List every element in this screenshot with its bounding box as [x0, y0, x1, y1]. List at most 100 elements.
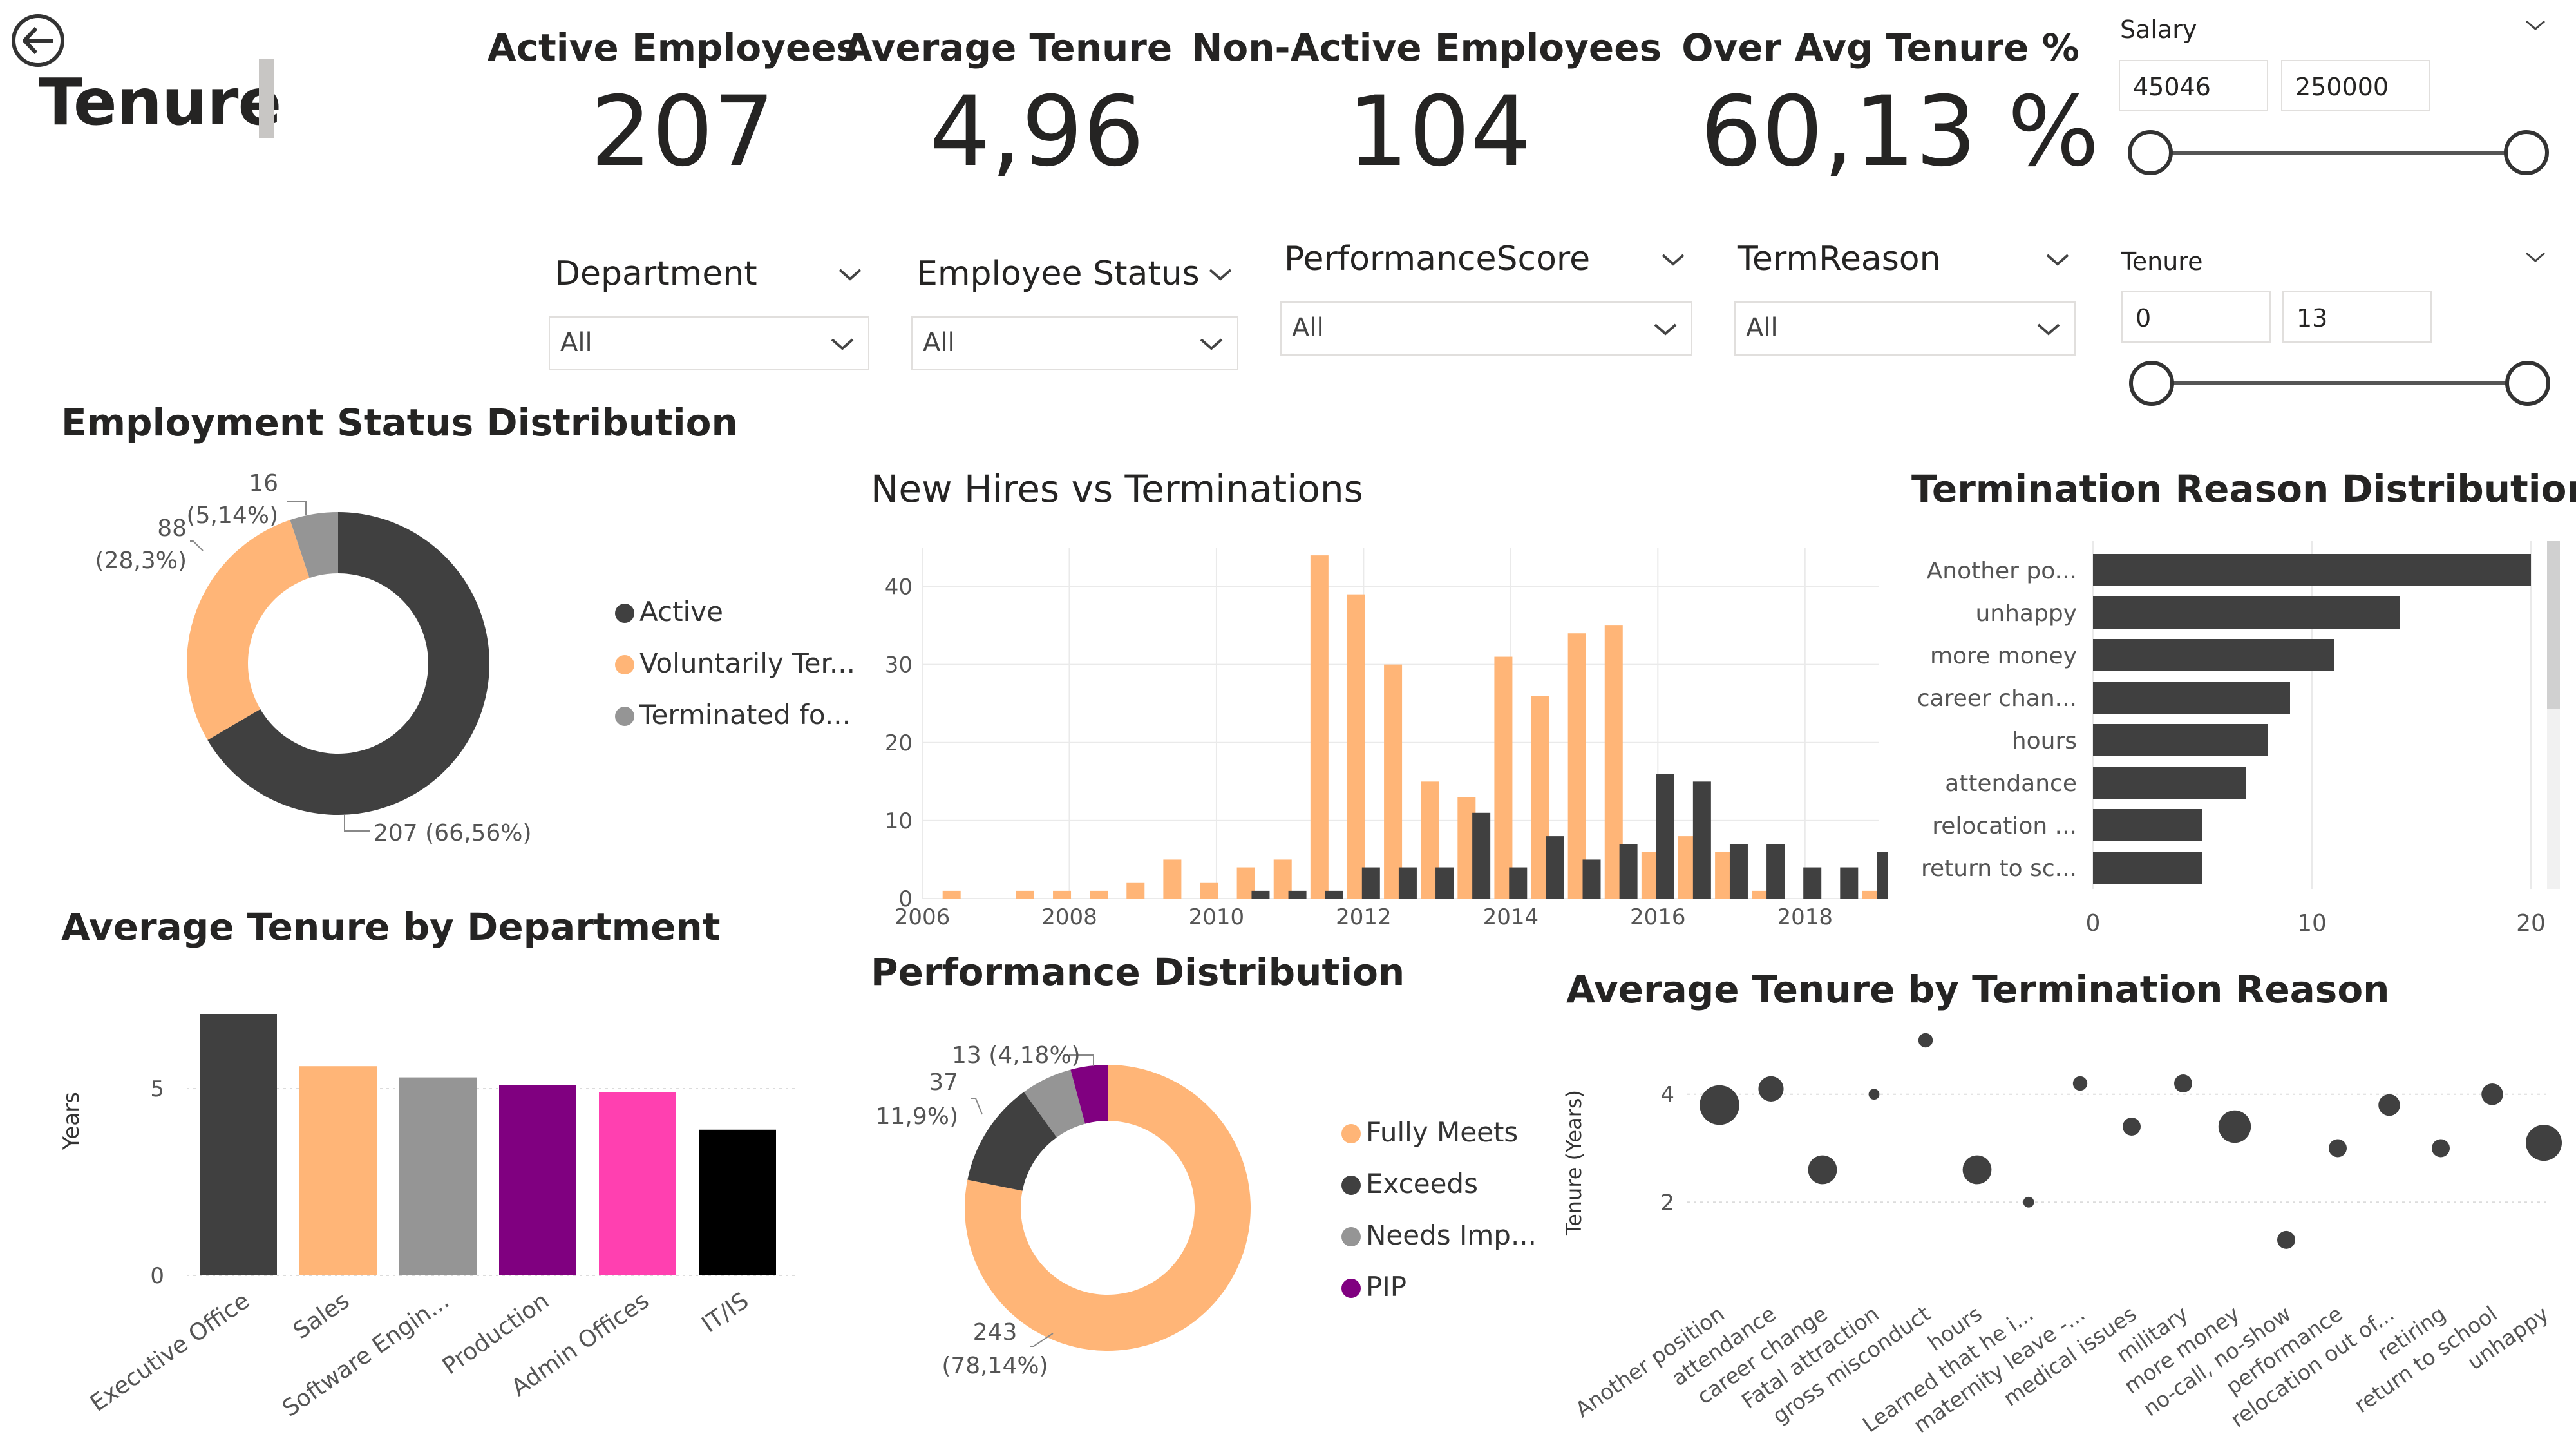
salary-slider-track[interactable]	[2151, 151, 2537, 155]
terminations-bar	[1472, 812, 1491, 899]
salary-max-handle[interactable]	[2504, 130, 2549, 175]
termination-reason-bar	[2093, 596, 2400, 629]
employee-status-dropdown-value: All	[923, 328, 955, 358]
term-reason-dropdown-value: All	[1746, 313, 1778, 343]
employee-status-dropdown[interactable]: All	[911, 316, 1238, 370]
chevron-down-icon[interactable]	[837, 267, 863, 283]
new-hires-bar	[1567, 633, 1586, 899]
tenure-max-input[interactable]: 13	[2282, 291, 2432, 343]
chevron-down-icon[interactable]	[2045, 253, 2070, 268]
y-tick-label: 2	[1660, 1190, 1674, 1216]
category-label: career chan...	[1917, 685, 2077, 712]
data-label-terminated-pct: (5,14%)	[187, 502, 278, 529]
y-tick-label: 0	[898, 886, 913, 912]
department-bar	[299, 1066, 377, 1275]
terminations-bar	[1692, 781, 1711, 899]
scatter-point	[1962, 1155, 1992, 1185]
termination-reason-bar	[2093, 767, 2246, 799]
chevron-down-icon	[831, 338, 854, 350]
tenure-min-input[interactable]: 0	[2121, 291, 2271, 343]
tenure-max-handle[interactable]	[2505, 361, 2550, 406]
kpi-active-employees-label: Active Employees	[487, 26, 859, 70]
salary-max-input[interactable]: 250000	[2281, 60, 2430, 111]
scrollbar-thumb	[2547, 541, 2560, 709]
employment-status-slice	[187, 520, 310, 740]
scatter-point	[1700, 1085, 1739, 1125]
x-tick-label: 10	[2297, 910, 2327, 937]
department-slicer-title: Department	[554, 254, 757, 293]
department-dropdown[interactable]: All	[549, 316, 869, 370]
chevron-down-icon[interactable]	[2524, 19, 2546, 32]
salary-min-input[interactable]: 45046	[2119, 60, 2268, 111]
y-axis-label: Years	[59, 1092, 84, 1150]
legend-item-terminated-for-cause[interactable]: Terminated fo...	[615, 699, 855, 750]
department-dropdown-value: All	[560, 328, 592, 358]
department-bar	[599, 1092, 676, 1275]
terminations-bar	[1766, 844, 1785, 899]
new-hires-bar	[1384, 664, 1403, 899]
kpi-over-avg-tenure-value: 60,13 %	[1700, 76, 2099, 188]
legend-item-voluntarily-terminated[interactable]: Voluntarily Ter...	[615, 647, 855, 699]
term-reason-slicer-title: TermReason	[1738, 240, 1941, 278]
chevron-down-icon[interactable]	[1660, 253, 1686, 268]
data-label-active: 207 (66,56%)	[374, 820, 532, 846]
performance-distribution-legend: Fully Meets Exceeds Needs Imp... PIP	[1341, 1116, 1537, 1322]
tenure-by-department-chart[interactable]: 0 5 Years Executive Office SalesSoftware Eng…	[39, 979, 876, 1443]
kpi-average-tenure-label: Average Tenure	[843, 26, 1173, 70]
scatter-point	[2277, 1230, 2295, 1249]
terminations-bar	[1251, 890, 1270, 899]
performance-score-dropdown[interactable]: All	[1280, 301, 1692, 356]
scatter-point	[2526, 1125, 2562, 1161]
new-hires-bar	[1053, 890, 1072, 899]
tenure-slicer-title: Tenure	[2121, 247, 2203, 276]
performance-distribution-title: Performance Distribution	[871, 950, 1405, 994]
performance-distribution-donut-chart[interactable]: 243 (78,14%) 37 (11,9%) 13 (4,18%)	[876, 1011, 1301, 1398]
new-hires-bar	[1126, 882, 1145, 899]
legend-item-fully-meets[interactable]: Fully Meets	[1341, 1116, 1537, 1168]
new-hires-bar	[1200, 882, 1218, 899]
data-label-pip-value: 13 (4,18%)	[952, 1042, 1081, 1069]
chevron-down-icon	[2037, 323, 2060, 336]
new-hires-vs-terminations-title: New Hires vs Terminations	[871, 467, 1363, 511]
scatter-point	[2432, 1139, 2450, 1158]
salary-min-handle[interactable]	[2128, 130, 2173, 175]
x-tick-label: 2014	[1483, 904, 1539, 930]
legend-item-exceeds[interactable]: Exceeds	[1341, 1168, 1537, 1219]
legend-item-needs-improvement[interactable]: Needs Imp...	[1341, 1219, 1537, 1271]
termination-reason-bar	[2093, 724, 2268, 756]
termination-reason-bar	[2093, 852, 2202, 884]
kpi-average-tenure-value: 4,96	[929, 76, 1144, 188]
chevron-down-icon	[1654, 323, 1677, 336]
termination-reason-bar-chart[interactable]: 0 10 20 Another po... unhappy more money caree…	[1906, 541, 2563, 953]
chevron-down-icon[interactable]	[1208, 267, 1233, 283]
terminations-bar	[1729, 844, 1748, 899]
category-label: attendance	[1945, 770, 2077, 797]
legend-item-pip[interactable]: PIP	[1341, 1271, 1537, 1322]
new-hires-bar	[1163, 859, 1182, 899]
term-reason-dropdown[interactable]: All	[1734, 301, 2076, 356]
tenure-by-term-reason-scatter-chart[interactable]: 24Tenure (Years)Another positionattendan…	[1558, 1024, 2563, 1446]
title-accent-bar	[259, 59, 274, 138]
terminations-bar	[1435, 867, 1454, 899]
new-hires-bar	[1310, 555, 1329, 899]
tenure-slider-track[interactable]	[2151, 381, 2537, 385]
tenure-min-handle[interactable]	[2129, 361, 2174, 406]
terminations-bar	[1546, 836, 1564, 899]
category-label: Another po...	[1927, 558, 2077, 584]
terminations-bar	[1582, 859, 1601, 899]
new-hires-bar	[1090, 890, 1108, 899]
performance-score-slicer: PerformanceScore All	[1280, 240, 1692, 362]
category-label: unhappy	[1975, 600, 2077, 627]
new-hires-bar	[942, 890, 961, 899]
new-hires-vs-terminations-chart[interactable]: 2006 2008 2010 2012 2014 2016 2018010203040	[871, 535, 1888, 947]
x-tick-label: 2010	[1189, 904, 1245, 930]
employment-status-donut-chart[interactable]: 207 (66,56%) 88 (28,3%) 16 (5,14%)	[64, 451, 644, 870]
data-label-exceeds-value: 37	[929, 1069, 958, 1096]
department-slicer: Department All	[547, 254, 869, 377]
legend-item-active[interactable]: Active	[615, 596, 855, 647]
terminations-bar	[1398, 867, 1417, 899]
employee-status-slicer-title: Employee Status	[916, 254, 1200, 293]
chevron-down-icon[interactable]	[2524, 251, 2546, 264]
y-tick-label: 5	[150, 1076, 164, 1102]
back-arrow-icon[interactable]	[9, 12, 67, 70]
